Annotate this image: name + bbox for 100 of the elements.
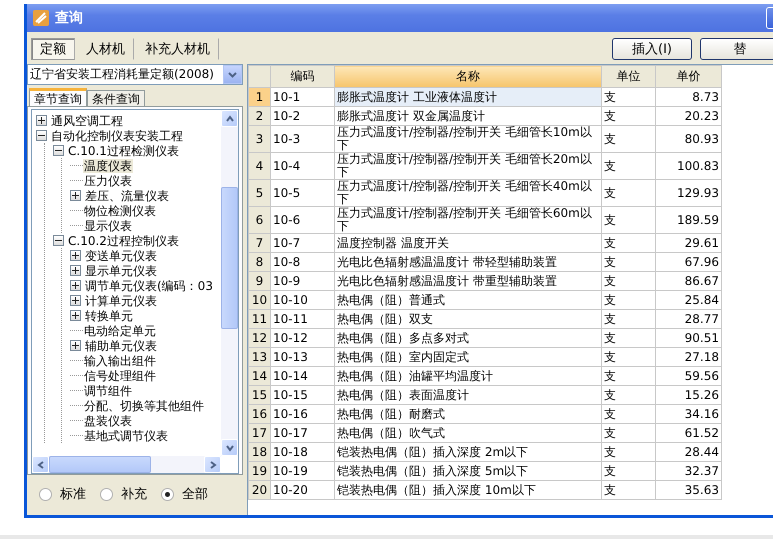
column-header[interactable]: 编码 [270,66,334,88]
table-cell: 光电比色辐射感温温度计 带轻型辅助装置 [334,252,602,272]
tree-item[interactable]: 自动化控制仪表安装工程 [50,128,184,142]
table-cell: 10-16 [270,404,334,424]
tree-item[interactable]: 调节组件 [83,384,133,398]
tree-item[interactable]: 输入输出组件 [83,354,157,368]
tree-item[interactable]: 温度仪表 [83,158,133,172]
table-cell: 10-12 [270,328,334,348]
table-cell: 100.83 [656,152,722,180]
row-number: 9 [248,272,270,290]
scroll-right-icon[interactable] [204,456,221,473]
expand-icon[interactable] [70,280,81,291]
insert-button[interactable]: 插入(I) [612,38,692,60]
expand-icon[interactable] [70,340,81,351]
table-cell: 热电偶（阻）油罐平均温度计 [334,366,602,386]
table-cell: 10-15 [270,386,334,404]
table-cell: 支 [602,404,656,424]
horizontal-scrollbar[interactable] [32,456,221,473]
table-cell: 铠装热电偶（阻）插入深度 2m以下 [334,442,602,462]
radio-button[interactable] [39,488,52,500]
tree-item[interactable]: 物位检测仪表 [83,204,157,218]
tree-item[interactable]: 盘装仪表 [83,414,133,428]
tree-item[interactable]: 分配、切换等其他组件 [83,398,205,412]
table-cell: 铠装热电偶（阻）插入深度 10m以下 [334,480,602,500]
table-cell: 支 [602,206,656,234]
tree-item[interactable]: 显示仪表 [83,218,133,232]
tree-item[interactable]: 辅助单元仪表 [84,338,158,352]
row-number: 12 [248,328,270,348]
table-cell: 支 [602,386,656,404]
table-cell: 32.37 [656,462,722,480]
collapse-icon[interactable] [36,130,47,141]
table-cell: 27.18 [656,348,722,366]
collapse-icon[interactable] [53,235,64,246]
table-cell: 20.23 [656,106,722,126]
table-cell: 膨胀式温度计 工业液体温度计 [334,88,602,106]
vertical-scrollbar[interactable] [221,110,238,456]
table-cell: 热电偶（阻）室内固定式 [334,348,602,366]
tree-item[interactable]: 调节单元仪表(编码：03 [84,278,214,292]
tree-item[interactable]: 计算单元仪表 [84,294,158,308]
row-number: 3 [248,126,270,152]
tree-item[interactable]: 差压、流量仪表 [84,188,170,202]
table-cell: 支 [602,252,656,272]
table-cell: 支 [602,88,656,106]
row-number: 7 [248,234,270,252]
expand-icon[interactable] [70,295,81,306]
scroll-up-icon[interactable] [221,110,238,127]
tab[interactable]: 定额 [31,38,75,60]
table-cell: 10-17 [270,424,334,442]
table-cell: 25.84 [656,290,722,310]
scroll-left-icon[interactable] [32,456,49,473]
dropdown-icon[interactable] [223,65,242,84]
row-number: 5 [248,180,270,206]
tab[interactable]: 补充人材机 [136,38,219,60]
expand-icon[interactable] [70,310,81,321]
app-icon [33,10,49,26]
radio-button[interactable] [100,488,113,500]
row-number: 10 [248,290,270,310]
table-cell: 支 [602,424,656,442]
table-cell: 189.59 [656,206,722,234]
table-cell: 光电比色辐射感温温度计 带重型辅助装置 [334,272,602,290]
table-cell: 10-4 [270,152,334,180]
table-cell: 支 [602,328,656,348]
table-cell: 129.93 [656,180,722,206]
table-cell: 压力式温度计/控制器/控制开关 毛细管长10m以下 [334,126,602,152]
tree-item[interactable]: 显示单元仪表 [84,264,158,278]
table-cell: 压力式温度计/控制器/控制开关 毛细管长60m以下 [334,206,602,234]
column-header[interactable]: 单位 [602,66,656,88]
tree-item[interactable]: 电动给定单元 [83,324,157,338]
expand-icon[interactable] [70,265,81,276]
table-cell: 支 [602,310,656,328]
tab[interactable]: 章节查询 [29,88,87,106]
expand-icon[interactable] [70,190,81,201]
collapse-icon[interactable] [53,145,64,156]
table-cell: 热电偶（阻）多点多对式 [334,328,602,348]
tree-item[interactable]: C.10.1过程检测仪表 [67,144,180,158]
row-number: 1 [248,88,270,106]
column-header[interactable]: 单价 [656,66,722,88]
tab[interactable]: 人材机 [77,38,134,60]
tree-item[interactable]: 压力仪表 [83,174,133,188]
expand-icon[interactable] [36,115,47,126]
table-cell: 28.44 [656,442,722,462]
column-header[interactable]: 名称 [334,66,602,88]
table-cell: 热电偶（阻）吹气式 [334,424,602,442]
quota-select[interactable]: 辽宁省安装工程消耗量定额(2008) [27,64,243,85]
table-cell: 86.67 [656,272,722,290]
tree-item[interactable]: 通风空调工程 [50,114,124,128]
tree-item[interactable]: 基地式调节仪表 [83,428,169,442]
tab[interactable]: 条件查询 [87,90,145,106]
tree-item[interactable]: 信号处理组件 [83,368,157,382]
replace-button[interactable]: 替 [700,38,773,60]
tree-item[interactable]: 转换单元 [84,308,134,322]
table-cell: 热电偶（阻）表面温度计 [334,386,602,404]
radio-button[interactable] [161,488,174,500]
tree-item[interactable]: 变送单元仪表 [84,248,158,262]
expand-icon[interactable] [70,250,81,261]
tree-item[interactable]: C.10.2过程控制仪表 [67,234,180,248]
table-cell: 支 [602,366,656,386]
scroll-down-icon[interactable] [221,439,238,456]
row-number: 15 [248,386,270,404]
table-cell: 10-9 [270,272,334,290]
